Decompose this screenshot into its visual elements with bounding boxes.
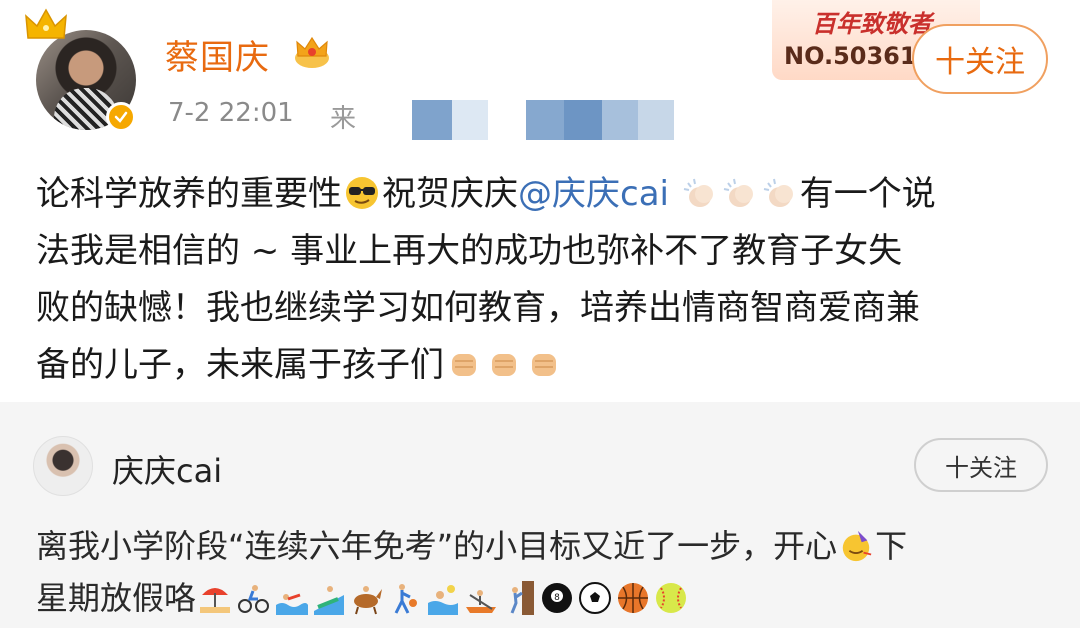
climber-icon — [510, 581, 535, 615]
clap-icon — [763, 178, 793, 207]
repost-card[interactable]: 庆庆cai 十关注 离我小学阶段“连续六年免考”的小目标又近了一步，开心 下 星… — [0, 402, 1080, 628]
party-face-icon — [842, 530, 872, 562]
mention-link[interactable]: @庆庆cai — [518, 174, 669, 214]
swimmer-icon — [276, 593, 309, 615]
vip-crown-icon — [295, 36, 329, 68]
cool-face-icon — [346, 177, 378, 209]
horse-racing-icon — [354, 586, 383, 615]
blurred-source-segment — [526, 100, 564, 140]
blurred-source-segment — [452, 100, 488, 140]
repost-content: 离我小学阶段“连续六年免考”的小目标又近了一步，开心 下 星期放假咯 8 — [36, 520, 1056, 624]
repost-text-segment: 下 — [875, 527, 908, 565]
post-text-segment: 有一个说 — [799, 174, 936, 214]
repost-username[interactable]: 庆庆cai — [112, 446, 222, 492]
blurred-source-segment — [602, 100, 638, 140]
blurred-source — [412, 100, 452, 140]
water-polo-icon — [428, 585, 459, 615]
beach-icon — [200, 588, 231, 613]
fist-icon — [492, 354, 516, 376]
svg-text:8: 8 — [554, 593, 560, 603]
clap-icon — [723, 178, 753, 207]
post-text-line: 败的缺憾！我也继续学习如何教育，培养出情商智商爱商兼 — [36, 288, 920, 328]
post-text-segment: 论科学放养的重要性 — [36, 174, 342, 214]
fist-icon — [452, 354, 476, 376]
post-content: 论科学放养的重要性 祝贺庆庆@庆庆cai 有一个说 法我是相信的 ~ 事业上再大… — [36, 166, 1056, 394]
follow-button[interactable]: 十关注 — [912, 24, 1048, 94]
badge-title: 百年致敬者 — [812, 9, 932, 38]
post-text-segment: 祝贺庆庆 — [382, 174, 518, 214]
surfer-icon — [314, 586, 345, 615]
softball-icon — [656, 583, 687, 613]
basketball-icon — [618, 583, 649, 613]
blurred-source-segment — [564, 100, 602, 140]
blurred-source-segment — [638, 100, 674, 140]
verified-icon — [106, 102, 136, 132]
repost-avatar[interactable] — [33, 436, 93, 496]
clap-icon — [683, 178, 713, 207]
post-text-line: 备的儿子，未来属于孩子们 — [36, 345, 444, 385]
8-ball-icon: 8 — [542, 583, 573, 613]
fist-icon — [532, 354, 556, 376]
author-avatar[interactable] — [25, 8, 136, 132]
badge-number: NO.503611 — [784, 42, 934, 70]
cyclist-icon — [238, 585, 270, 613]
basketball-player-icon — [394, 584, 418, 614]
soccer-ball-icon — [579, 582, 612, 614]
username[interactable]: 蔡国庆 — [165, 30, 270, 79]
post-source: 来 — [330, 104, 357, 134]
post-text-line: 法我是相信的 ~ 事业上再大的成功也弥补不了教育子女失 — [36, 231, 903, 271]
rowing-icon — [466, 590, 497, 613]
repost-text-segment: 离我小学阶段“连续六年免考”的小目标又近了一步，开心 — [36, 527, 838, 565]
repost-follow-button[interactable]: 十关注 — [914, 438, 1048, 492]
repost-text-segment: 星期放假咯 — [36, 579, 197, 617]
crown-icon — [25, 8, 67, 39]
post-time: 7-2 22:01 — [168, 98, 294, 128]
